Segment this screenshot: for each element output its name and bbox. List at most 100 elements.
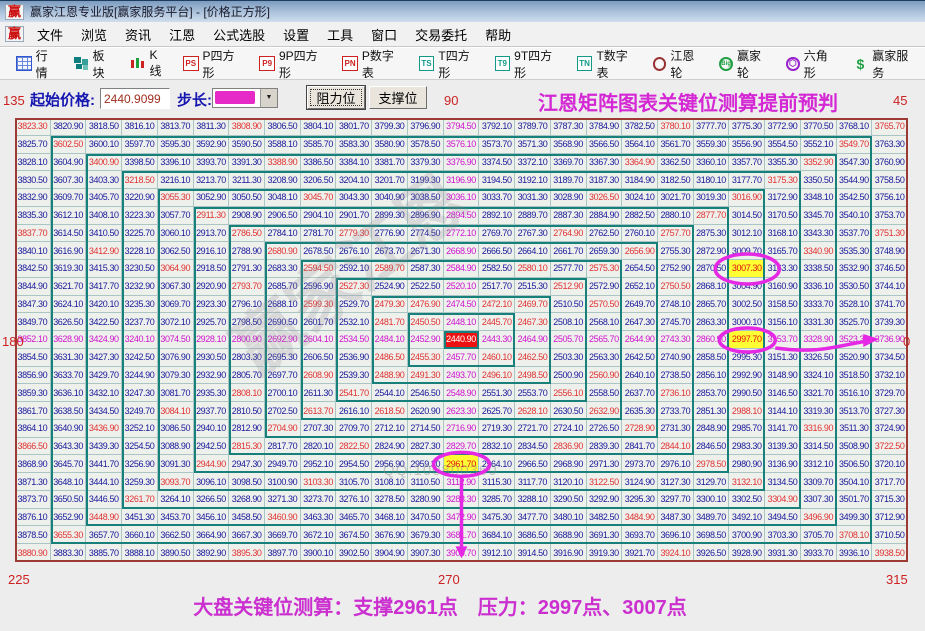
gann-cell: 3134.50 <box>765 473 801 491</box>
gann-cell: 3439.30 <box>86 437 123 456</box>
gann-cell: 2745.70 <box>657 313 694 332</box>
resistance-button[interactable]: 阻力位 <box>307 86 365 109</box>
chevron-down-icon[interactable]: ▼ <box>260 89 277 107</box>
gann-cell: 3225.70 <box>122 224 158 243</box>
toolbar-item-kline[interactable]: K线 <box>124 46 175 81</box>
step-value-redaction <box>215 91 255 104</box>
toolbar-item-gann-wheel[interactable]: 江恩轮 <box>647 45 712 83</box>
toolbar-item-hexagon[interactable]: ⬡ 六角形 <box>780 45 845 83</box>
gann-cell: 3093.70 <box>157 473 194 491</box>
gann-cell: 3806.50 <box>265 118 301 136</box>
gann-cell: 3780.10 <box>657 118 694 136</box>
gann-cell: 3513.70 <box>836 402 873 420</box>
gann-cell: 2894.50 <box>443 206 480 225</box>
gann-cell: 2760.10 <box>622 224 658 243</box>
menu-item-5[interactable]: 设置 <box>274 25 318 46</box>
gann-cell: 3220.90 <box>122 189 158 207</box>
gann-cell: 3369.70 <box>550 153 587 172</box>
gann-cell: 2608.90 <box>300 366 337 385</box>
winner-wheel-icon: Big <box>719 56 733 71</box>
gann-cell: 3199.30 <box>407 171 444 190</box>
gann-cell: 3040.90 <box>372 189 408 207</box>
menu-item-6[interactable]: 工具 <box>318 25 362 46</box>
menu-item-2[interactable]: 资讯 <box>116 25 160 46</box>
gann-cell: 2980.90 <box>729 455 766 474</box>
gann-cell: 2568.10 <box>586 313 623 332</box>
gann-cell: 3456.10 <box>193 508 230 527</box>
gann-cell: 3196.90 <box>443 171 480 190</box>
gann-cell: 2834.50 <box>515 437 551 456</box>
gann-cell: 3218.50 <box>122 171 158 190</box>
gann-cell: 2712.10 <box>372 419 408 438</box>
gann-cell: 3912.10 <box>479 544 516 562</box>
toolbar-item-label: K线 <box>149 48 162 78</box>
menu-item-0[interactable]: 文件 <box>28 25 72 46</box>
toolbar: 行情 板块 K线 PS P四方形 P9 9P四方形 PN P数字表 TS T四方形 T9 9T四方形 TN… <box>0 47 925 80</box>
gann-cell: 3124.90 <box>622 473 658 491</box>
gann-cell: 3458.50 <box>229 508 266 527</box>
gann-cell: 3621.70 <box>50 277 87 296</box>
toolbar-item-winner-service[interactable]: $ 赢家服务 <box>847 45 925 83</box>
gann-cell: 3300.10 <box>693 490 730 509</box>
app-logo-icon: 赢 <box>5 3 25 20</box>
gann-cell: 3885.70 <box>86 544 123 562</box>
gann-cell: 2836.90 <box>550 437 587 456</box>
support-button[interactable]: 支撑位 <box>369 86 427 109</box>
gann-cell: 3069.70 <box>157 295 194 314</box>
toolbar-item-sectors[interactable]: 板块 <box>67 45 122 83</box>
gann-cell: 3268.90 <box>229 490 266 509</box>
gann-cell: 3031.30 <box>515 189 551 207</box>
gann-cell: 3112.90 <box>443 473 480 491</box>
gann-cell: 3324.10 <box>800 366 837 385</box>
gann-cell: 3309.70 <box>800 473 837 491</box>
toolbar-item-t-square[interactable]: TS T四方形 <box>413 45 487 83</box>
menu-item-3[interactable]: 江恩 <box>160 25 204 46</box>
gann-cell: 3067.30 <box>157 277 194 296</box>
gann-cell: 2534.50 <box>336 331 373 349</box>
gann-cell: 2911.30 <box>193 206 230 225</box>
toolbar-item-label: 江恩轮 <box>670 48 695 80</box>
gann-cell: 2592.10 <box>336 260 373 278</box>
gann-cell: 3168.10 <box>765 224 801 243</box>
gann-cell: 3590.50 <box>229 135 266 154</box>
gann-cell: 2942.50 <box>193 437 230 456</box>
step-combobox[interactable]: ▼ <box>212 88 278 108</box>
toolbar-item-9t-square[interactable]: T9 9T四方形 <box>489 45 569 83</box>
gann-cell: 2800.90 <box>229 331 266 349</box>
gann-cell: 3823.30 <box>15 118 51 136</box>
menu-item-7[interactable]: 窗口 <box>362 25 406 46</box>
menu-item-9[interactable]: 帮助 <box>476 25 520 46</box>
toolbar-item-winner-wheel[interactable]: Big 赢家轮 <box>713 45 778 83</box>
gann-cell: 3916.90 <box>550 544 587 562</box>
toolbar-item-9p-square[interactable]: P9 9P四方形 <box>253 45 334 83</box>
start-price-input[interactable] <box>100 88 170 109</box>
toolbar-item-quotes[interactable]: 行情 <box>10 45 65 83</box>
gann-cell: 2498.50 <box>515 366 551 385</box>
gann-cell: 2844.10 <box>657 437 694 456</box>
gann-cell: 3271.30 <box>265 490 301 509</box>
gann-cell: 3684.10 <box>479 526 516 545</box>
gann-cell: 3645.70 <box>50 455 87 474</box>
gann-cell: 3729.70 <box>872 384 908 403</box>
menu-item-1[interactable]: 浏览 <box>72 25 116 46</box>
toolbar-item-p-number-table[interactable]: PN P数字表 <box>336 45 410 83</box>
menu-item-4[interactable]: 公式选股 <box>204 25 274 46</box>
gann-cell: 3698.50 <box>693 526 730 545</box>
gann-cell: 3758.50 <box>872 171 908 190</box>
gann-cell: 3105.70 <box>336 473 373 491</box>
gann-cell: 2488.90 <box>372 366 408 385</box>
gann-cell: 3444.10 <box>86 473 123 491</box>
gann-cell: 2575.30 <box>586 260 623 278</box>
gann-cell: 3175.30 <box>765 171 801 190</box>
gann-cell: 2505.70 <box>550 331 587 349</box>
gann-center-cell: 2440.90 <box>443 331 480 349</box>
gann-cell: 2820.10 <box>300 437 337 456</box>
menu-item-8[interactable]: 交易委托 <box>406 25 476 46</box>
angle-label-180: 180 <box>2 334 24 349</box>
gann-cell: 3189.70 <box>550 171 587 190</box>
toolbar-item-t-number-table[interactable]: TN T数字表 <box>571 45 645 83</box>
toolbar-item-p-square[interactable]: PS P四方形 <box>177 45 251 83</box>
gann-cell: 2978.50 <box>693 455 730 474</box>
toolbar-item-label: T四方形 <box>438 48 470 80</box>
gann-cell: 3158.50 <box>765 295 801 314</box>
